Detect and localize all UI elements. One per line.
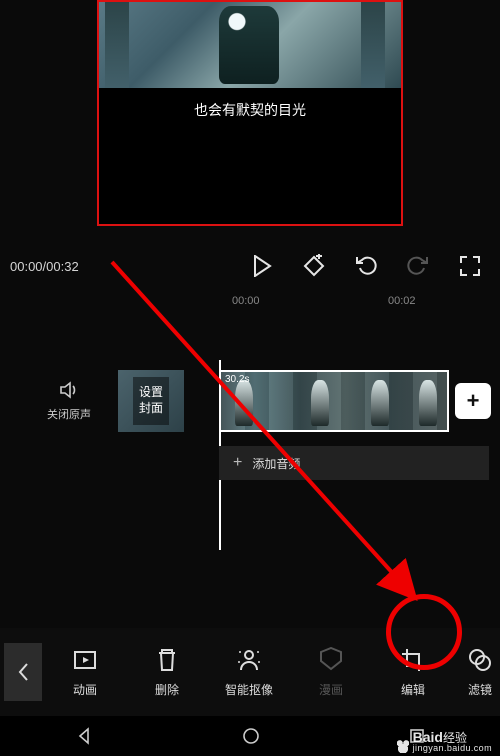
play-button[interactable] [250, 254, 274, 278]
keyframe-button[interactable] [302, 254, 326, 278]
tool-delete[interactable]: 删除 [132, 647, 202, 698]
filter-icon [467, 647, 493, 673]
timeline-tracks[interactable]: 关闭原声 设置 封面 30.2s + + 添加音频 [0, 370, 500, 510]
preview-frame [99, 2, 401, 88]
cutout-icon [236, 647, 262, 673]
tool-label: 智能抠像 [225, 681, 273, 698]
toolbar-back-button[interactable] [4, 643, 42, 701]
timecode: 00:00/00:32 [10, 259, 118, 274]
tool-label: 编辑 [401, 681, 425, 698]
redo-button[interactable] [406, 254, 430, 278]
plus-icon: + [233, 454, 242, 472]
mute-audio-button[interactable]: 关闭原声 [44, 380, 94, 422]
tool-label: 滤镜 [468, 681, 492, 698]
comic-icon [318, 647, 344, 673]
cover-label: 设置 封面 [133, 377, 169, 424]
speaker-icon [59, 380, 79, 400]
timeline-ruler[interactable]: 00:00 00:02 [0, 295, 500, 313]
ruler-mark-1: 00:02 [388, 295, 416, 307]
nav-home[interactable] [242, 727, 260, 745]
tool-animation[interactable]: 动画 [50, 647, 120, 698]
preview-subtitle: 也会有默契的目光 [99, 100, 401, 120]
playback-controls: 00:00/00:32 [0, 244, 500, 288]
tool-comic[interactable]: 漫画 [296, 647, 366, 698]
bottom-toolbar: 动画 删除 智能抠像 漫画 编辑 [0, 628, 500, 716]
watermark: Baid经验 jingyan.baidu.com [395, 730, 492, 753]
crop-icon [400, 647, 426, 673]
fullscreen-button[interactable] [458, 254, 482, 278]
tool-label: 漫画 [319, 681, 343, 698]
add-clip-button[interactable]: + [455, 383, 491, 419]
paw-icon [395, 739, 411, 753]
animation-icon [72, 647, 98, 673]
tool-label: 动画 [73, 681, 97, 698]
video-clip[interactable]: 30.2s [219, 370, 449, 432]
tool-edit[interactable]: 编辑 [378, 647, 448, 698]
clip-duration: 30.2s [225, 374, 249, 385]
video-preview[interactable]: 也会有默契的目光 [97, 0, 403, 226]
mute-label: 关闭原声 [44, 406, 94, 422]
undo-button[interactable] [354, 254, 378, 278]
set-cover-button[interactable]: 设置 封面 [118, 370, 184, 432]
wm-url: jingyan.baidu.com [413, 744, 492, 753]
delete-icon [154, 647, 180, 673]
add-audio-label: 添加音频 [252, 455, 300, 472]
tool-filter[interactable]: 滤镜 [460, 647, 500, 698]
ruler-mark-0: 00:00 [232, 295, 260, 307]
tool-cutout[interactable]: 智能抠像 [214, 647, 284, 698]
nav-back[interactable] [74, 726, 94, 746]
add-audio-button[interactable]: + 添加音频 [219, 446, 489, 480]
tool-label: 删除 [155, 681, 179, 698]
